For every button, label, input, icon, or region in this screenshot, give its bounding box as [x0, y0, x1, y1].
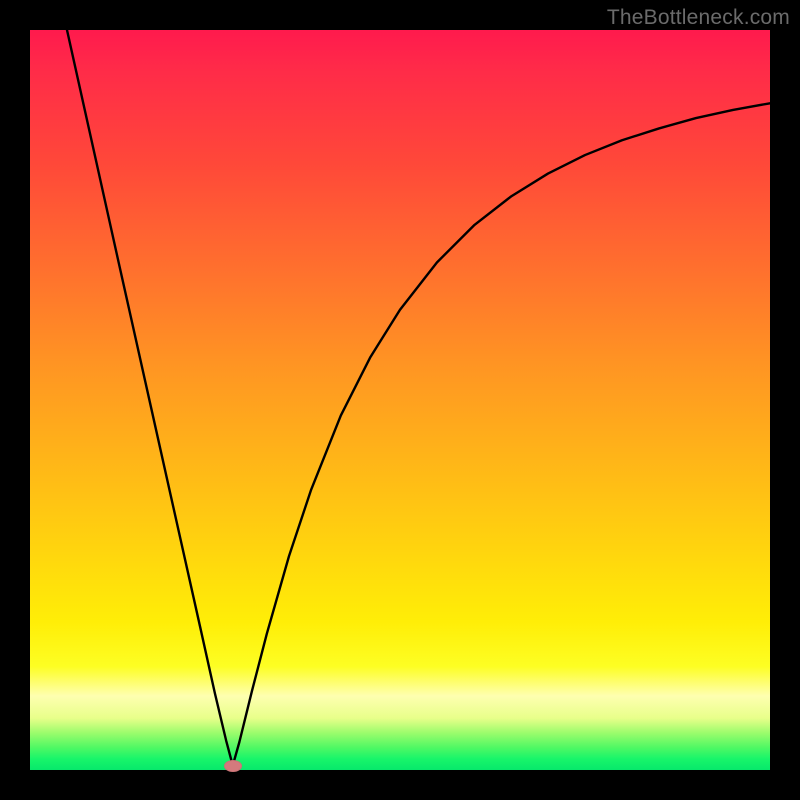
bottleneck-curve [30, 30, 770, 770]
chart-frame: TheBottleneck.com [0, 0, 800, 800]
watermark-text: TheBottleneck.com [607, 6, 790, 30]
plot-area [30, 30, 770, 770]
curve-stroke [67, 30, 770, 766]
min-marker [224, 760, 242, 772]
